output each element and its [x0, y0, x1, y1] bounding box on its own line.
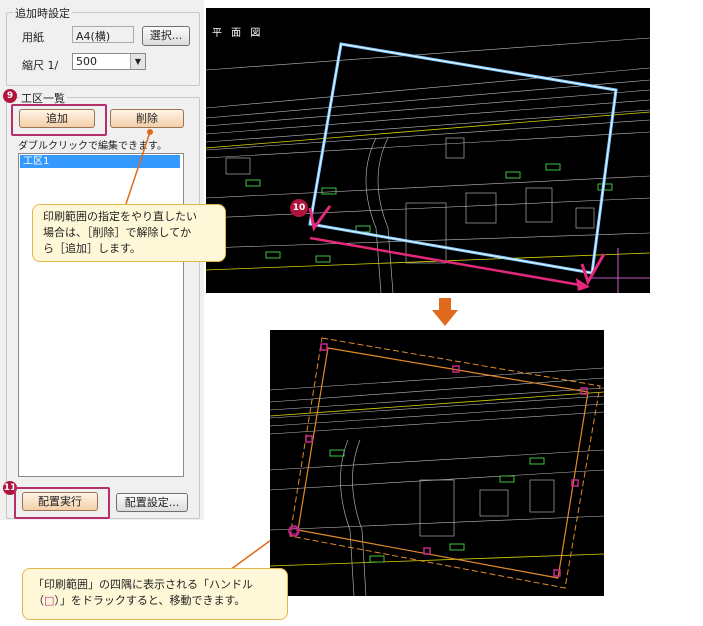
- handle-top-left[interactable]: [320, 343, 328, 351]
- print-range-frame[interactable]: [308, 42, 618, 275]
- callout-redo-range: 印刷範囲の指定をやり直したい 場合は、［削除］で解除してか ら［追加］します。: [32, 204, 226, 262]
- callout2-line2: （□）」をドラックすると、移動できます。: [33, 593, 277, 609]
- handle-left-mid[interactable]: [305, 435, 313, 443]
- cad-view-top[interactable]: 平 面 図 10: [206, 8, 650, 293]
- callout2-line2-a: （: [33, 594, 44, 607]
- connector-1-dot: [147, 129, 153, 135]
- step-badge-10: 10: [290, 199, 308, 217]
- cad-drawing-top: [206, 37, 650, 293]
- callout1-line3: ら［追加］します。: [43, 242, 141, 255]
- cad-view-bottom[interactable]: [270, 330, 604, 596]
- arrow-down-icon: [432, 298, 458, 326]
- connector-1: [123, 131, 151, 211]
- handle-symbol: □: [44, 594, 55, 607]
- callout1-line2: 場合は、［削除］で解除してか: [43, 226, 192, 239]
- callout2-line2-b: ）」をドラックすると、移動できます。: [54, 594, 246, 607]
- callout2-line1: 「印刷範囲」の四隅に表示される「ハンドル: [33, 578, 253, 591]
- drag-line: [309, 236, 587, 288]
- cad-drawing-bottom: [270, 337, 604, 596]
- print-range-outer: [289, 337, 601, 589]
- callout-handle-drag: 「印刷範囲」の四隅に表示される「ハンドル （□）」をドラックすると、移動できます…: [22, 568, 288, 620]
- callout1-line1: 印刷範囲の指定をやり直したい: [43, 210, 197, 223]
